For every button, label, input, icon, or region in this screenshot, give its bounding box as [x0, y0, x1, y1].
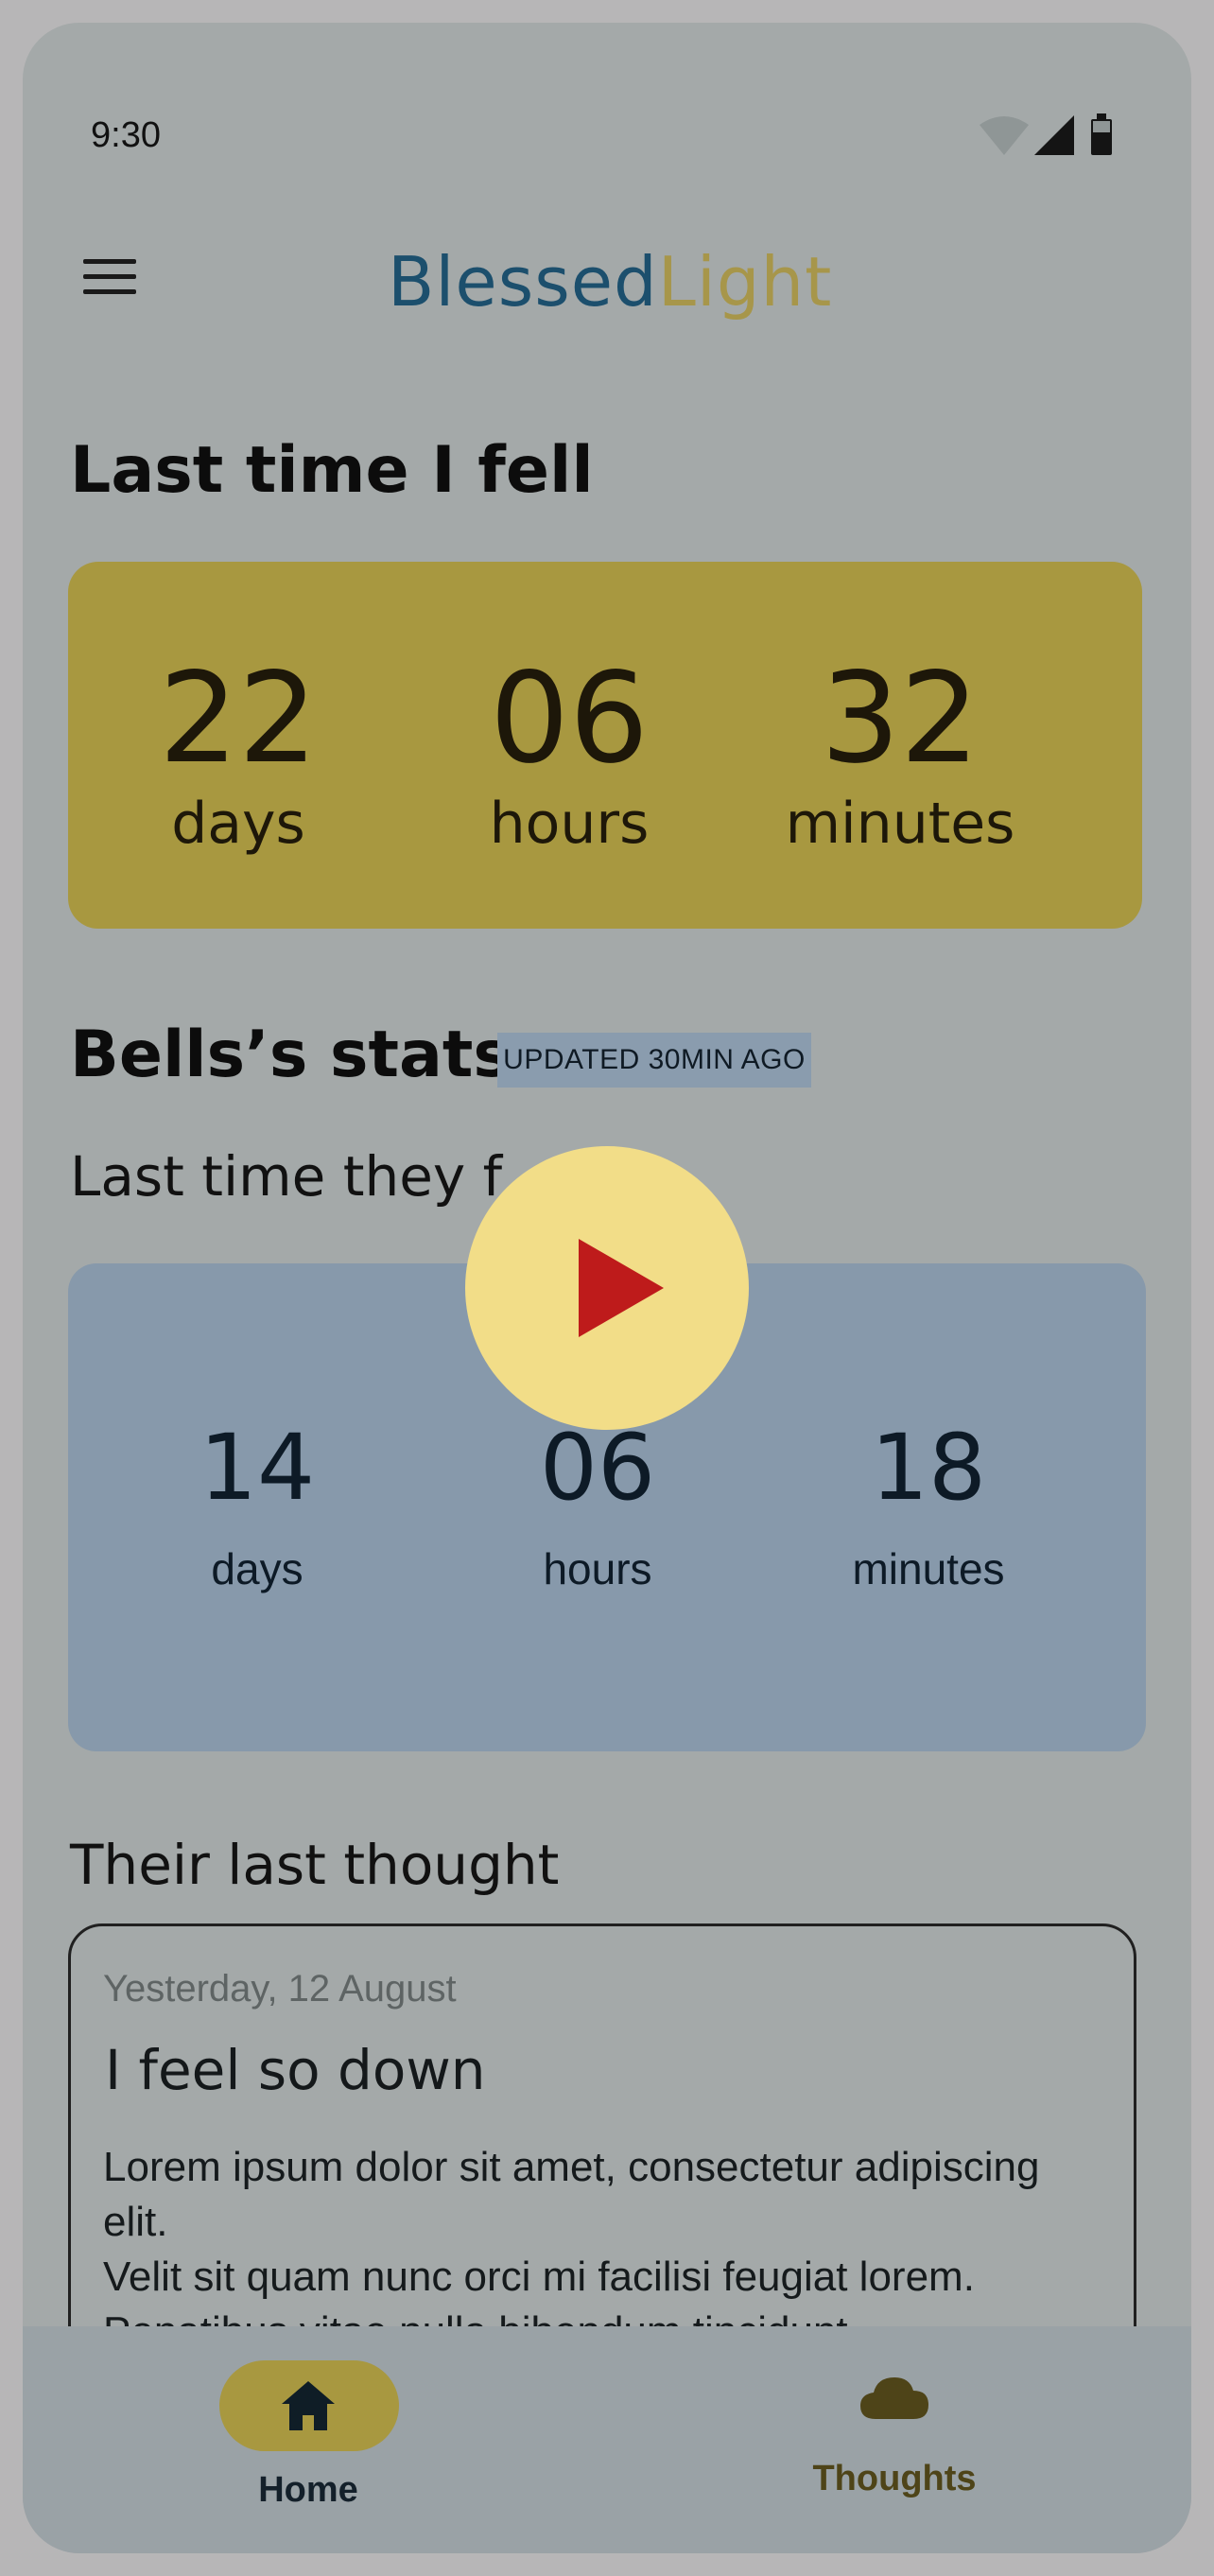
bottom-navigation: Home Thoughts — [23, 2326, 1191, 2553]
counter-unit: days — [171, 791, 305, 857]
nav-label-thoughts: Thoughts — [812, 2459, 977, 2498]
status-icons — [980, 112, 1131, 161]
battery-icon — [1091, 113, 1112, 155]
cloud-icon — [860, 2377, 928, 2419]
app-logo: BlessedLight — [388, 242, 832, 322]
their-counter-days: 14 days — [163, 1263, 352, 1751]
play-icon — [579, 1239, 664, 1337]
thought-date: Yesterday, 12 August — [103, 1968, 457, 2010]
my-section-title: Last time I fell — [70, 433, 594, 508]
home-icon — [282, 2381, 335, 2430]
stats-subtitle: Last time they f — [70, 1144, 503, 1209]
stats-section-title: Bells’s stats — [70, 1018, 512, 1092]
nav-item-thoughts[interactable]: Thoughts — [770, 2326, 1019, 2553]
nav-label-home: Home — [258, 2470, 358, 2510]
menu-button[interactable] — [72, 238, 147, 314]
my-counter-card: 22 days 06 hours 32 minutes — [68, 562, 1142, 929]
counter-unit: minutes — [852, 1544, 1005, 1593]
counter-value: 14 — [199, 1415, 316, 1521]
wifi-icon — [980, 116, 1029, 155]
thought-heading: I feel so down — [105, 2038, 486, 2102]
thought-section-title: Their last thought — [70, 1833, 560, 1897]
nav-item-home[interactable]: Home — [183, 2326, 433, 2553]
counter-value: 06 — [539, 1415, 656, 1521]
menu-icon-line — [83, 258, 136, 264]
counter-unit: hours — [543, 1544, 652, 1593]
counter-unit: hours — [489, 791, 650, 857]
counter-unit: minutes — [785, 791, 1015, 857]
updated-badge: UPDATED 30MIN AGO — [497, 1033, 811, 1088]
signal-icon — [1034, 115, 1074, 155]
counter-value: 22 — [159, 646, 318, 792]
menu-icon-line — [83, 273, 136, 279]
play-button[interactable] — [465, 1146, 749, 1430]
my-counter-minutes: 32 minutes — [768, 562, 1032, 929]
their-counter-minutes: 18 minutes — [787, 1263, 1070, 1751]
logo-part-blessed: Blessed — [388, 242, 658, 322]
my-counter-hours: 06 hours — [456, 562, 683, 929]
status-time: 9:30 — [91, 115, 161, 155]
counter-value: 32 — [821, 646, 980, 792]
my-counter-days: 22 days — [144, 562, 333, 929]
logo-part-light: Light — [657, 242, 833, 322]
menu-icon-line — [83, 288, 136, 294]
counter-value: 06 — [490, 646, 649, 792]
phone-screen: 9:30 BlessedLight Last time I fell 22 da… — [23, 23, 1191, 2553]
counter-value: 18 — [870, 1415, 987, 1521]
counter-unit: days — [211, 1544, 304, 1593]
